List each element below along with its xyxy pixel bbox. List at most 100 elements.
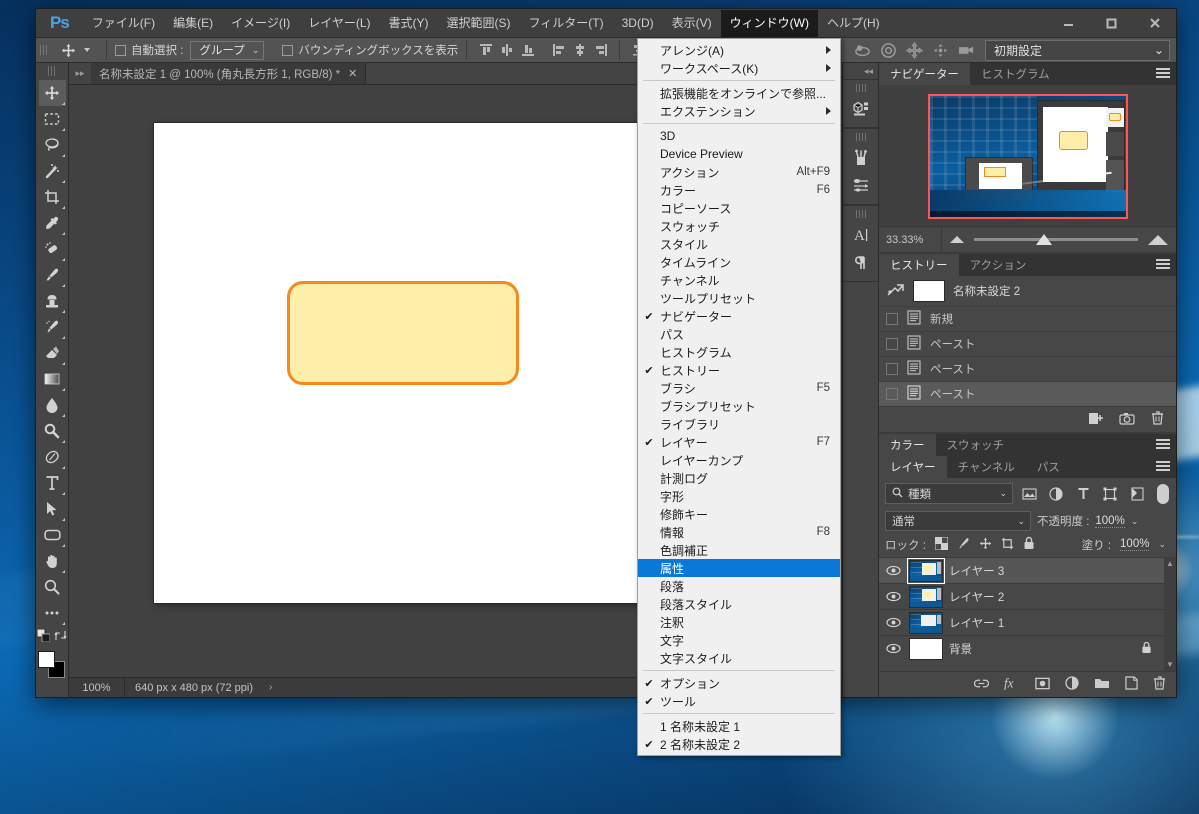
eyedropper-tool[interactable] <box>39 210 66 236</box>
3d-roll-icon[interactable] <box>875 39 901 61</box>
window-menu-item[interactable]: パス <box>638 325 840 343</box>
new-adjustment-layer-icon[interactable] <box>1065 676 1079 693</box>
window-menu-item[interactable]: スウォッチ <box>638 217 840 235</box>
window-menu-item[interactable]: レイヤーカンプ <box>638 451 840 469</box>
opacity-value[interactable]: 100% <box>1095 515 1124 528</box>
brush-tool[interactable] <box>39 262 66 288</box>
tools-panel-grip[interactable] <box>48 66 57 76</box>
foreground-color-swatch[interactable] <box>38 651 55 668</box>
window-menu-item[interactable]: ✔ヒストリー <box>638 361 840 379</box>
zoom-in-icon[interactable] <box>1148 235 1168 245</box>
navigator-thumbnail[interactable] <box>928 94 1128 219</box>
layer-visibility-icon[interactable] <box>883 643 903 654</box>
layer-row[interactable]: 背景 <box>879 635 1164 661</box>
document-tab[interactable]: 名称未設定 1 @ 100% (角丸長方形 1, RGB/8) * ✕ <box>91 63 366 84</box>
close-button[interactable] <box>1133 9 1176 37</box>
crop-tool[interactable] <box>39 184 66 210</box>
layer-row[interactable]: レイヤー 1 <box>879 609 1164 635</box>
layer-thumbnail[interactable] <box>909 638 943 660</box>
menu-layer[interactable]: レイヤー(L) <box>299 10 379 37</box>
spot-healing-brush-tool[interactable] <box>39 236 66 262</box>
panel-menu-icon[interactable] <box>1156 258 1170 272</box>
link-layers-icon[interactable] <box>974 678 989 692</box>
align-vertical-centers-icon[interactable] <box>496 40 517 60</box>
window-menu-item[interactable]: ツールプリセット <box>638 289 840 307</box>
rounded-rectangle-tool[interactable] <box>39 522 66 548</box>
window-menu-item[interactable]: 属性 <box>638 559 840 577</box>
brush-presets-icon[interactable] <box>846 144 876 172</box>
layer-row[interactable]: レイヤー 2 <box>879 583 1164 609</box>
layer-thumbnail[interactable] <box>909 612 943 634</box>
menu-type[interactable]: 書式(Y) <box>380 10 438 37</box>
tab-actions[interactable]: アクション <box>959 254 1038 276</box>
scroll-down-icon[interactable]: ▼ <box>1166 660 1174 669</box>
layer-name[interactable]: レイヤー 2 <box>949 589 1004 605</box>
tab-swatches[interactable]: スウォッチ <box>936 434 1016 456</box>
align-left-edges-icon[interactable] <box>548 40 569 60</box>
collapse-tabs-icon[interactable]: ▸▸ <box>69 63 91 84</box>
align-horizontal-centers-icon[interactable] <box>569 40 590 60</box>
blend-mode-dropdown[interactable]: 通常 ⌄ <box>885 511 1031 531</box>
window-menu-item[interactable]: ワークスペース(K) <box>638 59 840 77</box>
history-snapshot-row[interactable]: 名称未設定 2 <box>879 276 1176 306</box>
character-panel-icon[interactable]: A <box>846 221 876 249</box>
lock-all-icon[interactable] <box>1023 536 1035 553</box>
window-menu-item[interactable]: 情報F8 <box>638 523 840 541</box>
window-menu-item[interactable]: ✔レイヤーF7 <box>638 433 840 451</box>
path-selection-tool[interactable] <box>39 496 66 522</box>
window-menu-item[interactable]: カラーF6 <box>638 181 840 199</box>
3d-orbit-icon[interactable] <box>849 39 875 61</box>
blur-tool[interactable] <box>39 392 66 418</box>
history-brush-source-checkbox[interactable] <box>886 313 898 325</box>
window-menu-item[interactable]: エクステンション <box>638 102 840 120</box>
layer-visibility-icon[interactable] <box>883 565 903 576</box>
tab-channels[interactable]: チャンネル <box>947 456 1026 478</box>
layer-thumbnail[interactable] <box>909 560 943 582</box>
lock-transparent-pixels-icon[interactable] <box>935 537 948 553</box>
new-snapshot-icon[interactable] <box>1119 412 1135 428</box>
chevron-down-icon[interactable]: ⌄ <box>1131 516 1139 527</box>
rail-group-grip[interactable] <box>856 133 866 141</box>
type-filter-icon[interactable] <box>1072 484 1094 504</box>
chevron-down-icon[interactable]: ⌄ <box>1158 539 1166 550</box>
default-colors-icon[interactable] <box>37 629 50 645</box>
menu-edit[interactable]: 編集(E) <box>164 10 222 37</box>
adjustment-filter-icon[interactable] <box>1045 484 1067 504</box>
rounded-rectangle-shape[interactable] <box>287 281 519 385</box>
edit-toolbar-tool[interactable] <box>39 600 66 626</box>
window-menu-item[interactable]: ✔ナビゲーター <box>638 307 840 325</box>
layer-visibility-icon[interactable] <box>883 591 903 602</box>
history-state-row[interactable]: ペースト <box>879 381 1176 406</box>
lasso-tool[interactable] <box>39 132 66 158</box>
menu-3d[interactable]: 3D(D) <box>613 10 663 37</box>
close-icon[interactable]: ✕ <box>348 67 357 80</box>
window-menu-item[interactable]: コピーソース <box>638 199 840 217</box>
tab-navigator[interactable]: ナビゲーター <box>879 63 970 85</box>
new-document-from-state-icon[interactable] <box>1088 411 1103 428</box>
rail-group-grip[interactable] <box>856 210 866 218</box>
expand-panels-icon[interactable]: ◂◂ <box>843 63 878 79</box>
align-bottom-edges-icon[interactable] <box>517 40 538 60</box>
options-bar-grip[interactable] <box>40 41 49 59</box>
window-menu-item[interactable]: 文字スタイル <box>638 649 840 667</box>
3d-pan-icon[interactable] <box>901 39 927 61</box>
window-menu-item[interactable]: チャンネル <box>638 271 840 289</box>
magic-wand-tool[interactable] <box>39 158 66 184</box>
window-menu-item[interactable]: 段落スタイル <box>638 595 840 613</box>
window-menu-item[interactable]: 色調補正 <box>638 541 840 559</box>
move-tool[interactable] <box>39 80 66 106</box>
menu-image[interactable]: イメージ(I) <box>222 10 299 37</box>
align-top-edges-icon[interactable] <box>475 40 496 60</box>
bounding-box-checkbox[interactable] <box>282 45 293 56</box>
new-layer-icon[interactable] <box>1125 676 1138 693</box>
window-menu-item[interactable]: ✔ツール <box>638 692 840 710</box>
window-menu-item[interactable]: ✔オプション <box>638 674 840 692</box>
eraser-tool[interactable] <box>39 340 66 366</box>
window-menu-item[interactable]: ライブラリ <box>638 415 840 433</box>
zoom-slider-track[interactable] <box>974 238 1138 241</box>
panel-menu-icon[interactable] <box>1156 67 1170 81</box>
swap-colors-icon[interactable] <box>54 629 67 645</box>
tab-layers[interactable]: レイヤー <box>879 456 947 478</box>
window-menu-item[interactable]: 段落 <box>638 577 840 595</box>
layer-row[interactable]: レイヤー 3 <box>879 557 1164 583</box>
